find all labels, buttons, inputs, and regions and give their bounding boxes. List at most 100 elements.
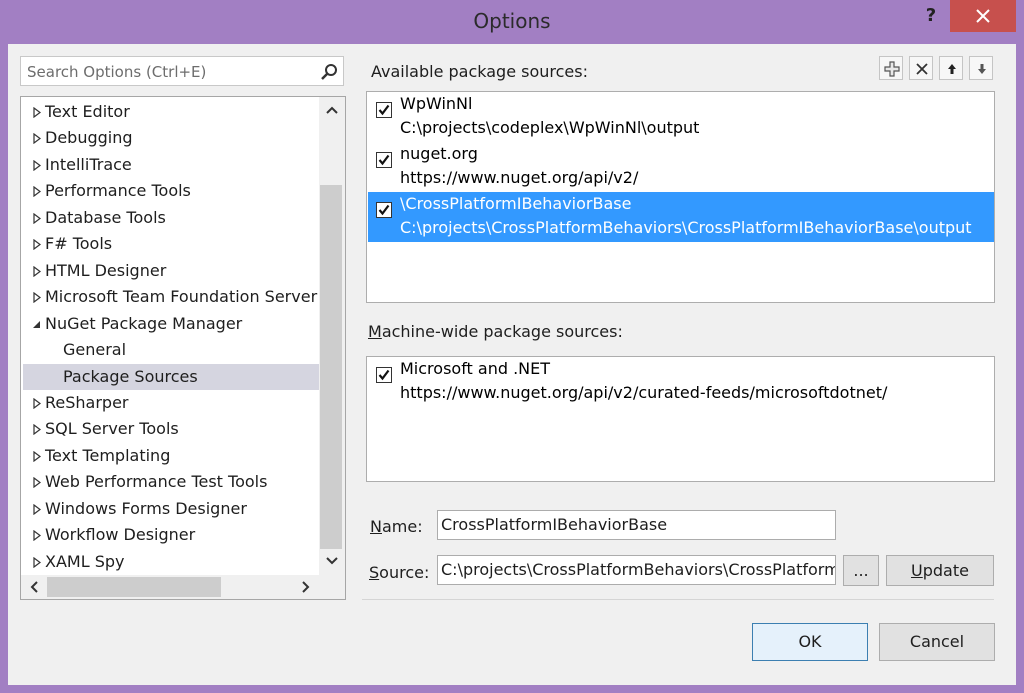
scroll-left-icon[interactable] [30, 581, 38, 593]
scroll-right-icon[interactable] [302, 581, 310, 593]
tree-item-label: Windows Forms Designer [45, 498, 247, 518]
tree-item[interactable]: ReSharper [23, 390, 319, 416]
add-source-button[interactable] [879, 56, 903, 80]
scroll-up-icon[interactable] [326, 106, 338, 114]
window-title: Options [473, 9, 551, 33]
expand-arrow-icon[interactable] [32, 477, 42, 489]
tree-item[interactable]: Microsoft Team Foundation Server 20 [23, 284, 319, 310]
tree-item[interactable]: General [23, 337, 319, 363]
tree-item[interactable]: Text Templating [23, 443, 319, 469]
tree-item[interactable]: Database Tools [23, 205, 319, 231]
tree-item[interactable]: F# Tools [23, 231, 319, 257]
ok-button[interactable]: OK [752, 623, 868, 661]
tree-item[interactable]: Windows Forms Designer [23, 496, 319, 522]
tree-item-label: Database Tools [45, 207, 166, 227]
tree-item-label: XAML Spy [45, 551, 125, 571]
tree-item[interactable]: Debugging [23, 125, 319, 151]
source-enabled-checkbox[interactable] [376, 202, 392, 218]
tree-item[interactable]: Web Performance Test Tools [23, 469, 319, 495]
available-sources-label: Available package sources: [371, 62, 588, 81]
search-box[interactable]: Search Options (Ctrl+E) [20, 56, 344, 86]
expand-arrow-icon[interactable] [32, 107, 42, 118]
source-enabled-checkbox[interactable] [376, 102, 392, 118]
source-name: Microsoft and .NET [400, 359, 551, 378]
cancel-button[interactable]: Cancel [879, 623, 995, 661]
checkmark-icon [378, 369, 390, 381]
tree-item[interactable]: NuGet Package Manager [23, 311, 319, 337]
source-name: nuget.org [400, 144, 478, 163]
tree-item[interactable]: IntelliTrace [23, 152, 319, 178]
remove-source-button[interactable] [909, 56, 933, 80]
package-source-item[interactable]: nuget.org https://www.nuget.org/api/v2/ [368, 142, 994, 192]
tree-item[interactable]: Package Sources [23, 363, 319, 390]
move-down-button[interactable] [969, 56, 993, 80]
tree-item[interactable]: Workflow Designer [23, 522, 319, 548]
expand-arrow-icon[interactable] [32, 133, 42, 145]
move-up-button[interactable] [939, 56, 963, 80]
expand-arrow-icon[interactable] [32, 450, 42, 462]
source-enabled-checkbox[interactable] [376, 152, 392, 168]
tree-item-label: Debugging [45, 128, 133, 148]
expand-arrow-icon[interactable] [32, 397, 42, 409]
tree-item-label: Performance Tools [45, 181, 191, 201]
tree-item[interactable]: HTML Designer [23, 258, 319, 284]
tree-item[interactable]: SQL Server Tools [23, 416, 319, 442]
name-field[interactable]: CrossPlatformIBehaviorBase [437, 510, 836, 540]
machine-sources-label: Machine-wide package sources: [368, 322, 623, 341]
checkmark-icon [378, 154, 390, 166]
source-name: WpWinNl [400, 94, 473, 113]
tree-item[interactable]: Performance Tools [23, 178, 319, 204]
expand-arrow-icon[interactable] [32, 556, 42, 568]
remove-icon [916, 63, 928, 75]
tree-item-label: IntelliTrace [45, 154, 132, 174]
close-button[interactable] [950, 0, 1016, 32]
package-source-item[interactable]: WpWinNl C:\projects\codeplex\WpWinNl\outp… [368, 92, 994, 142]
close-icon [976, 9, 990, 23]
expand-arrow-icon[interactable] [32, 265, 42, 277]
scroll-down-icon[interactable] [326, 557, 338, 565]
tree-item-label: Microsoft Team Foundation Server 20 [45, 287, 319, 307]
tree-item[interactable]: Text Editor [23, 99, 319, 125]
options-tree[interactable]: Text Editor Debugging IntelliTrace Performa… [20, 96, 346, 600]
expand-arrow-icon[interactable] [32, 212, 42, 224]
tree-item-label: Web Performance Test Tools [45, 472, 268, 492]
name-value: CrossPlatformIBehaviorBase [441, 515, 668, 534]
expand-arrow-icon[interactable] [32, 186, 42, 198]
search-placeholder: Search Options (Ctrl+E) [27, 63, 207, 81]
move-down-icon [978, 64, 986, 74]
expand-arrow-icon[interactable] [32, 503, 42, 515]
name-label-text: ame: [381, 517, 423, 536]
help-button[interactable]: ? [917, 4, 945, 28]
tree-item-label: Text Templating [45, 445, 171, 465]
options-window: Options ? Search Options (Ctrl+E) Text E… [0, 0, 1024, 693]
tree-item-label: NuGet Package Manager [45, 313, 243, 333]
available-sources-list[interactable]: WpWinNl C:\projects\codeplex\WpWinNl\outp… [366, 91, 995, 303]
update-button[interactable]: Update [886, 555, 994, 586]
checkmark-icon [378, 204, 390, 216]
expand-arrow-icon[interactable] [32, 159, 42, 171]
tree-item-label: Text Editor [45, 102, 130, 121]
scrollbar-corner [319, 575, 345, 599]
tree-vertical-thumb[interactable] [320, 185, 342, 549]
tree-horizontal-thumb[interactable] [47, 577, 221, 597]
browse-button[interactable]: ... [843, 555, 879, 586]
tree-vertical-scrollbar[interactable] [319, 97, 345, 575]
search-icon[interactable] [320, 63, 338, 85]
source-field[interactable]: C:\projects\CrossPlatformBehaviors\Cross… [437, 555, 836, 585]
package-source-item[interactable]: \CrossPlatformIBehaviorBase C:\projects\C… [368, 192, 994, 242]
tree-item[interactable]: XAML Spy [23, 549, 319, 575]
expanded-arrow-icon[interactable] [32, 319, 42, 330]
package-source-item[interactable]: Microsoft and .NET https://www.nuget.org/… [368, 357, 994, 407]
expand-arrow-icon[interactable] [32, 292, 42, 304]
source-url: C:\projects\CrossPlatformBehaviors\Cross… [400, 218, 972, 237]
tree-item-label: SQL Server Tools [45, 419, 179, 439]
source-url: https://www.nuget.org/api/v2/curated-fee… [400, 383, 888, 402]
source-enabled-checkbox[interactable] [376, 367, 392, 383]
tree-horizontal-scrollbar[interactable] [21, 575, 319, 599]
expand-arrow-icon[interactable] [32, 530, 42, 542]
tree-item-label: HTML Designer [45, 260, 167, 280]
expand-arrow-icon[interactable] [32, 239, 42, 251]
machine-sources-list[interactable]: Microsoft and .NET https://www.nuget.org/… [366, 356, 995, 482]
expand-arrow-icon[interactable] [32, 424, 42, 436]
source-label: Source: [369, 563, 430, 582]
